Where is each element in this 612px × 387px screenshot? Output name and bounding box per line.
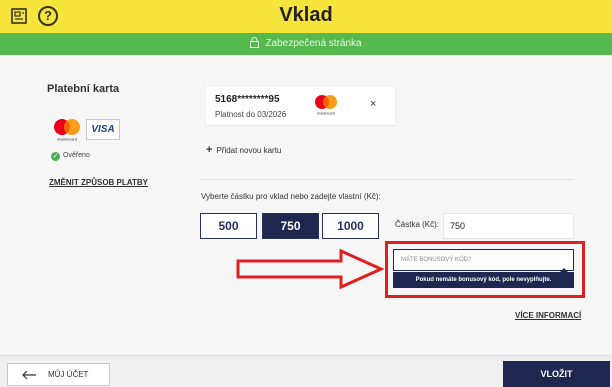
my-account-button[interactable]: MŮJ ÚČET bbox=[7, 363, 110, 386]
amount-option-750[interactable]: 750 bbox=[262, 213, 319, 239]
add-new-card-label: Přidat novou kartu bbox=[216, 146, 282, 155]
footer-bar: MŮJ ÚČET VLOŽIT bbox=[0, 355, 612, 387]
add-new-card-link[interactable]: + Přidat novou kartu bbox=[206, 144, 281, 156]
mastercard-logo-small: mastercard bbox=[315, 95, 337, 116]
saved-card[interactable]: 5168********95 Platnost do 03/2026 maste… bbox=[206, 87, 395, 125]
amount-input[interactable]: 750 bbox=[443, 213, 574, 239]
secure-page-bar: Zabezpečená stránka bbox=[0, 33, 612, 55]
check-icon: ✓ bbox=[51, 152, 60, 161]
change-payment-method-link[interactable]: ZMĚNIT ZPŮSOB PLATBY bbox=[49, 178, 148, 187]
amount-option-500[interactable]: 500 bbox=[200, 213, 257, 239]
bonus-code-tooltip: Pokud nemáte bonusový kód, pole nevyplňu… bbox=[393, 272, 574, 288]
bonus-code-input[interactable]: MÁTE BONUSOVÝ KÓD? bbox=[393, 249, 574, 271]
visa-logo: VISA bbox=[86, 119, 120, 140]
amount-option-1000[interactable]: 1000 bbox=[322, 213, 379, 239]
arrow-left-icon bbox=[22, 370, 36, 380]
mastercard-logo: mastercard bbox=[54, 119, 80, 142]
amount-prompt: Vyberte částku pro vklad nebo zadejte vl… bbox=[201, 192, 381, 201]
close-icon[interactable]: × bbox=[370, 98, 376, 110]
more-info-link[interactable]: VÍCE INFORMACÍ bbox=[515, 311, 581, 320]
annotation-arrow-icon bbox=[236, 248, 385, 290]
mastercard-wordmark: mastercard bbox=[57, 137, 77, 142]
verified-status: ✓ Ověřeno bbox=[51, 152, 90, 161]
card-number: 5168********95 bbox=[215, 94, 280, 105]
page-title: Vklad bbox=[279, 4, 333, 26]
lock-icon bbox=[250, 37, 260, 48]
my-account-label: MŮJ ÚČET bbox=[48, 370, 89, 379]
card-validity: Platnost do 03/2026 bbox=[215, 110, 287, 119]
deposit-submit-button[interactable]: VLOŽIT bbox=[503, 361, 610, 387]
verified-label: Ověřeno bbox=[63, 152, 90, 159]
payment-method-title: Platební karta bbox=[47, 83, 120, 95]
plus-icon: + bbox=[206, 144, 213, 156]
header-bar: ? Vklad bbox=[0, 0, 612, 33]
section-divider bbox=[199, 179, 574, 180]
card-brand-wordmark: mastercard bbox=[317, 112, 335, 116]
amount-field-label: Částka (Kč): bbox=[395, 220, 440, 229]
secure-page-label: Zabezpečená stránka bbox=[265, 38, 362, 49]
